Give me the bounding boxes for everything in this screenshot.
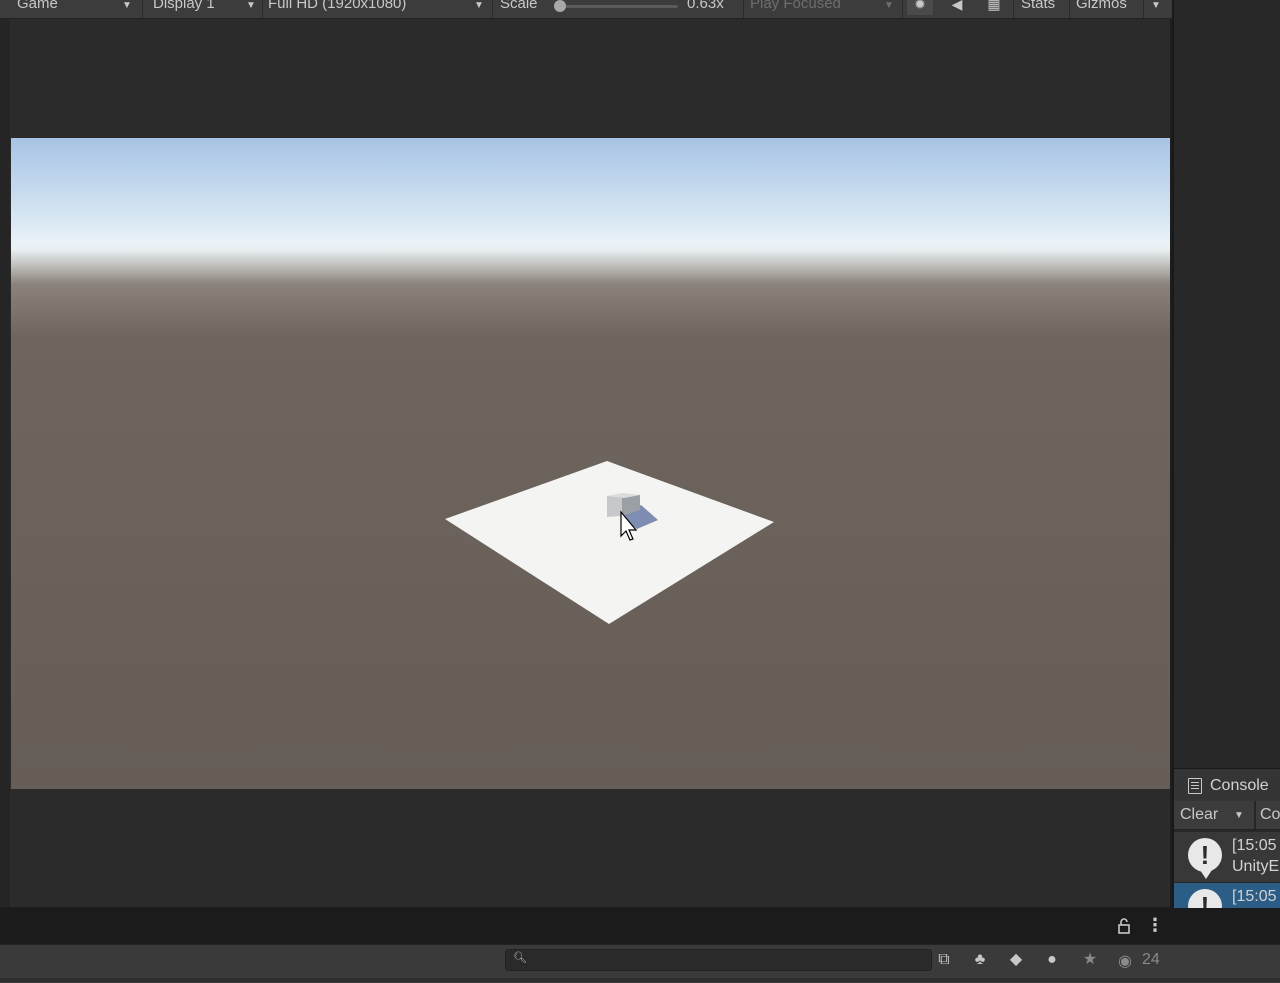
- error-filter-icon[interactable]: ●: [1038, 948, 1066, 972]
- view-dropdown-label[interactable]: Game: [17, 0, 58, 15]
- toolbar-divider: [902, 0, 903, 18]
- toolbar-divider: [262, 0, 263, 18]
- view-dropdown-arrow-icon[interactable]: ▼: [122, 0, 132, 13]
- scale-label: Scale: [500, 0, 538, 12]
- log-timestamp: [15:05: [1232, 837, 1277, 854]
- right-panel-empty-area: [1174, 0, 1280, 766]
- game-view-footer: [0, 908, 1280, 944]
- game-viewport[interactable]: [11, 138, 1170, 789]
- resolution-dropdown[interactable]: Full HD (1920x1080): [268, 0, 406, 15]
- toolbar-divider: [492, 0, 493, 18]
- console-icon: [1188, 778, 1202, 794]
- keyboard-shortcuts-icon[interactable]: ▦: [981, 0, 1007, 15]
- error-icon: !: [1188, 838, 1222, 879]
- toolbar-divider: [1013, 0, 1014, 18]
- ground-plane: [445, 461, 774, 624]
- console-tab[interactable]: Console: [1174, 768, 1280, 802]
- search-input[interactable]: [505, 949, 932, 971]
- status-bar-bottom-edge: [0, 978, 1280, 982]
- clear-button[interactable]: Clear: [1180, 806, 1218, 824]
- stats-button[interactable]: Stats: [1021, 0, 1055, 15]
- game-scene: [445, 461, 774, 624]
- hidden-count: 24: [1142, 951, 1160, 968]
- search-icon: 🔍︎: [513, 952, 527, 964]
- log-timestamp: [15:05: [1232, 888, 1277, 905]
- shapes-filter-icon[interactable]: ♣: [966, 948, 994, 972]
- log-source: UnityE: [1232, 858, 1280, 875]
- console-tab-label: Console: [1210, 777, 1269, 794]
- more-options-icon[interactable]: ⋮: [1146, 915, 1164, 936]
- toolbar-divider: [1069, 0, 1070, 18]
- maximize-window-icon[interactable]: ⧉: [930, 948, 958, 972]
- toolbar-divider: [743, 0, 744, 18]
- toolbar-divider: [142, 0, 143, 18]
- scale-slider-track[interactable]: [558, 5, 678, 8]
- console-log-entry[interactable]: ! [15:05 UnityE: [1174, 832, 1280, 882]
- resolution-dropdown-arrow-icon[interactable]: ▼: [474, 0, 484, 13]
- display-dropdown-arrow-icon[interactable]: ▼: [246, 0, 256, 13]
- audio-mute-icon[interactable]: ◀: [944, 0, 970, 15]
- console-toolbar: Clear ▼ Co: [1174, 801, 1280, 830]
- toolbar-divider: [1254, 801, 1256, 829]
- gizmos-dropdown-arrow-icon[interactable]: ▼: [1151, 0, 1161, 13]
- lock-icon[interactable]: [1117, 918, 1131, 934]
- display-dropdown[interactable]: Display 1: [153, 0, 215, 15]
- bug-icon[interactable]: ✹: [907, 0, 933, 15]
- tag-icon[interactable]: ◆: [1002, 948, 1030, 972]
- collapse-button[interactable]: Co: [1260, 806, 1280, 824]
- eye-icon[interactable]: ◉: [1118, 951, 1132, 971]
- scale-value: 0.63x: [687, 0, 724, 12]
- play-mode-arrow-icon[interactable]: ▼: [884, 0, 894, 13]
- clear-dropdown-arrow-icon[interactable]: ▼: [1234, 810, 1244, 821]
- game-view-toolbar: Game ▼ Display 1 ▼ Full HD (1920x1080) ▼…: [0, 0, 1172, 19]
- gizmos-button[interactable]: Gizmos: [1076, 0, 1127, 15]
- scale-slider-thumb[interactable]: [554, 0, 566, 12]
- star-icon[interactable]: ★: [1076, 948, 1104, 972]
- play-mode-dropdown[interactable]: Play Focused: [750, 0, 841, 15]
- toolbar-divider: [1143, 0, 1144, 18]
